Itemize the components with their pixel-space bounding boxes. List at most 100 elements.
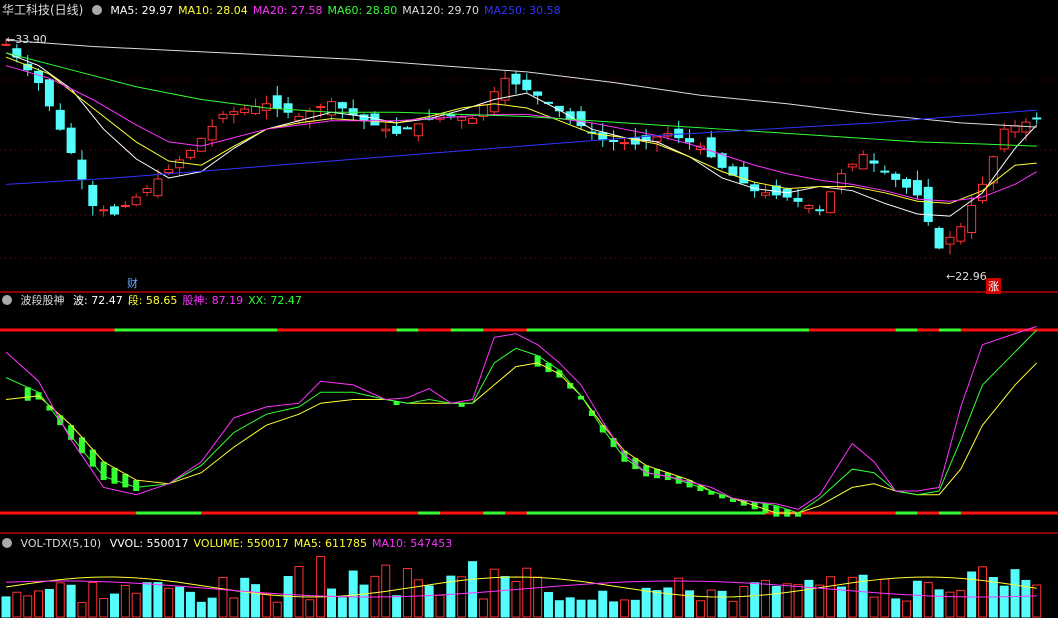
candle-body — [34, 70, 44, 84]
wave-indicator-3[interactable]: XX: 72.47 — [248, 294, 302, 307]
volume-bar — [435, 594, 445, 618]
volume-bar — [598, 590, 608, 618]
indicator-settings-icon[interactable] — [91, 5, 102, 15]
volume-bar — [728, 600, 738, 618]
candle-body — [153, 178, 163, 197]
candle-body — [164, 168, 174, 174]
wave-line-xx — [5, 329, 1038, 514]
volume-bar — [793, 584, 803, 618]
candle-body — [576, 111, 586, 127]
wave-panel-title[interactable]: 波段股神 — [21, 294, 65, 307]
candle-body — [511, 73, 521, 85]
volume-bar — [880, 578, 890, 618]
stock-chart-window: { "main_panel": { "title": "华工科技(日线)", "… — [0, 0, 1058, 618]
low-price-marker: ←22.96 — [946, 270, 987, 283]
volume-bar — [533, 576, 543, 618]
candle-body — [88, 184, 98, 207]
wave-panel-header: 波段股神 波: 72.47 段: 58.65 股神: 87.19 XX: 72.47 — [2, 293, 312, 309]
stock-title[interactable]: 华工科技(日线) — [2, 3, 83, 17]
volume-bar — [717, 590, 727, 618]
volume-bar — [609, 601, 619, 618]
volume-bar — [251, 584, 261, 618]
candle-body — [283, 103, 293, 113]
candle-body — [272, 95, 282, 109]
wave-line-gushen — [5, 325, 1037, 510]
volume-bar — [153, 582, 163, 618]
candle-body — [934, 227, 944, 249]
ma-indicator-1[interactable]: MA10: 28.04 — [178, 4, 248, 17]
volume-bar — [804, 579, 814, 618]
ma-indicator-5[interactable]: MA250: 30.58 — [484, 4, 561, 17]
candle-body — [316, 106, 326, 109]
candle-body — [413, 123, 423, 137]
candle-body — [196, 137, 206, 152]
candle-body — [110, 206, 119, 215]
volume-bar — [305, 599, 315, 618]
candle-body — [229, 111, 239, 115]
volume-bar — [565, 597, 575, 618]
volume-bar — [55, 582, 65, 618]
volume-bar — [120, 585, 130, 618]
wave-histogram-bar — [458, 403, 465, 407]
candle-body — [739, 166, 749, 184]
volume-bar — [359, 584, 369, 618]
candle-body — [847, 163, 857, 168]
volume-bar — [771, 585, 781, 618]
wave-indicator-1[interactable]: 段: 58.65 — [128, 294, 178, 307]
wave-indicator-0[interactable]: 波: 72.47 — [73, 294, 123, 307]
volume-bar — [641, 587, 651, 618]
candle-body — [652, 136, 662, 143]
ma-indicator-4[interactable]: MA120: 29.70 — [402, 4, 479, 17]
candle-body — [489, 91, 499, 113]
volume-bar — [1032, 584, 1042, 618]
candle-body — [619, 142, 629, 145]
volume-bar — [815, 584, 825, 618]
volume-bar — [66, 584, 76, 618]
volume-bar — [750, 582, 760, 618]
candle-body — [858, 154, 868, 170]
candle-body — [348, 108, 358, 115]
volume-bar — [240, 577, 250, 618]
volume-bar — [77, 602, 87, 618]
candle-body — [261, 103, 271, 111]
vol-indicator-1[interactable]: VOLUME: 550017 — [194, 537, 289, 550]
candle-body — [402, 127, 412, 130]
candle-body — [674, 128, 684, 139]
volume-bar — [511, 580, 521, 618]
vol-indicator-0[interactable]: VVOL: 550017 — [110, 537, 189, 550]
ma-indicator-3[interactable]: MA60: 28.80 — [328, 4, 398, 17]
wave-indicator-2[interactable]: 股神: 87.19 — [182, 294, 243, 307]
volume-bar — [99, 597, 109, 618]
volume-panel-title[interactable]: VOL-TDX(5,10) — [21, 537, 102, 550]
volume-bar — [164, 587, 174, 618]
volume-bar — [34, 590, 44, 618]
volume-bar — [619, 599, 629, 618]
rise-badge[interactable]: 涨 — [986, 278, 1001, 294]
ma-indicator-2[interactable]: MA20: 27.58 — [253, 4, 323, 17]
volume-bar — [402, 568, 412, 618]
candle-body — [77, 159, 87, 180]
volume-bar — [782, 583, 792, 618]
volume-bar — [587, 599, 597, 618]
candle-body — [207, 125, 217, 141]
ma-line-ma60 — [5, 52, 1037, 147]
indicator-settings-icon[interactable] — [2, 538, 12, 548]
wave-histogram-bar — [773, 505, 780, 517]
vol-indicator-3[interactable]: MA10: 547453 — [372, 537, 452, 550]
indicator-settings-icon[interactable] — [2, 295, 12, 305]
volume-bar — [1010, 569, 1020, 618]
finance-badge[interactable]: 财 — [125, 275, 140, 291]
candle-body — [44, 79, 54, 107]
volume-bar — [554, 600, 564, 618]
volume-bar — [489, 568, 499, 618]
wave-histogram-bar — [795, 513, 802, 517]
volume-bar — [652, 590, 662, 618]
volume-bar — [956, 589, 966, 618]
candle-body — [66, 127, 76, 154]
candle-body — [836, 173, 846, 189]
ma-indicator-0[interactable]: MA5: 29.97 — [110, 4, 173, 17]
vol-indicator-2[interactable]: MA5: 611785 — [294, 537, 367, 550]
volume-bar — [218, 576, 228, 618]
volume-bar — [131, 592, 141, 618]
volume-bar — [685, 590, 695, 618]
